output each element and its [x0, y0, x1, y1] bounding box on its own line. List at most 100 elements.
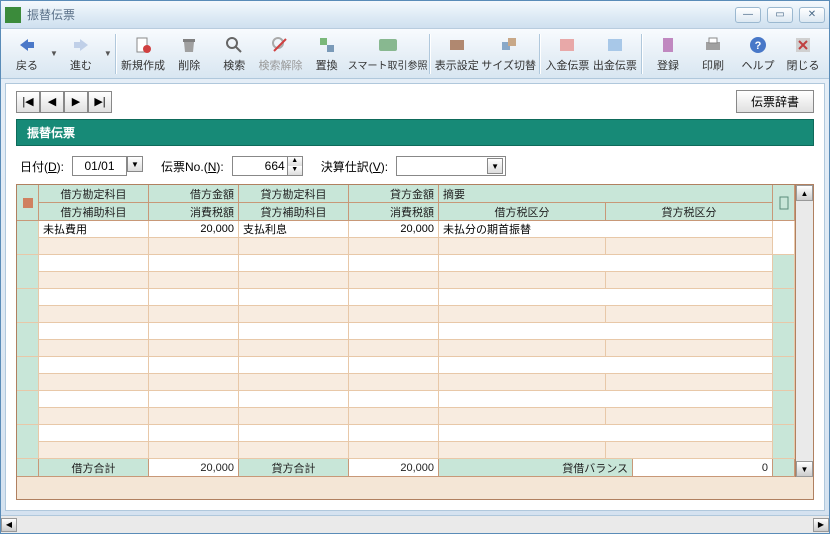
forward-button[interactable]: 進む — [59, 31, 103, 77]
search-icon — [224, 35, 244, 55]
row-handle-header — [17, 185, 39, 221]
col-debit-tax-class: 借方税区分 — [439, 203, 606, 221]
footer-debit-total: 20,000 — [149, 459, 239, 477]
horizontal-scrollbar[interactable]: ◀ ▶ — [1, 515, 829, 533]
toolbar-close-button[interactable]: 閉じる — [781, 31, 825, 77]
titlebar: 振替伝票 — ▭ ✕ — [1, 1, 829, 29]
help-button[interactable]: ? ヘルプ — [736, 31, 780, 77]
delete-button[interactable]: 削除 — [167, 31, 211, 77]
col-credit-sub: 貸方補助科目 — [239, 203, 349, 221]
cell-credit-account[interactable]: 支払利息 — [239, 221, 349, 238]
deposit-slip-button[interactable]: 入金伝票 — [544, 31, 590, 77]
scroll-down-button[interactable]: ▼ — [796, 461, 813, 477]
col-credit-account: 貸方勘定科目 — [239, 185, 349, 203]
minimize-button[interactable]: — — [735, 7, 761, 23]
cell-summary[interactable]: 未払分の期首振替 — [439, 221, 773, 238]
scroll-left-button[interactable]: ◀ — [1, 518, 17, 532]
grid-body: 未払費用 20,000 支払利息 20,000 未払分の期首振替 — [17, 221, 795, 459]
last-record-button[interactable]: ▶| — [88, 91, 112, 113]
new-icon — [133, 35, 153, 55]
window-controls: — ▭ ✕ — [735, 7, 825, 23]
slip-dictionary-button[interactable]: 伝票辞書 — [736, 90, 814, 113]
cell-credit-tax-amt[interactable] — [349, 238, 439, 255]
help-icon: ? — [748, 35, 768, 55]
smart-ref-button[interactable]: スマート取引参照 — [350, 31, 426, 77]
cell-debit-sub[interactable] — [39, 238, 149, 255]
clear-search-icon — [270, 35, 290, 55]
cell-debit-tax-class[interactable] — [439, 238, 606, 255]
slip-no-input[interactable] — [232, 156, 288, 176]
table-row-empty[interactable] — [17, 323, 795, 357]
toolbar: 戻る ▼ 進む ▼ 新規作成 削除 検索 検索解除 置換 — [1, 29, 829, 79]
svg-text:?: ? — [755, 40, 762, 52]
register-button[interactable]: 登録 — [646, 31, 690, 77]
section-title: 振替伝票 — [16, 119, 814, 146]
prev-record-button[interactable]: ◀ — [40, 91, 64, 113]
col-debit-tax-amt: 消費税額 — [149, 203, 239, 221]
app-window: 振替伝票 — ▭ ✕ 戻る ▼ 進む ▼ 新規作成 削除 検索 — [0, 0, 830, 534]
next-record-button[interactable]: ▶ — [64, 91, 88, 113]
cell-credit-amount[interactable]: 20,000 — [349, 221, 439, 238]
closing-label: 決算仕訳(V): — [321, 158, 388, 175]
cell-debit-tax-amt[interactable] — [149, 238, 239, 255]
col-credit-amount: 貸方金額 — [349, 185, 439, 203]
size-switch-icon — [499, 35, 519, 55]
cell-credit-sub[interactable] — [239, 238, 349, 255]
register-icon — [658, 35, 678, 55]
scroll-right-button[interactable]: ▶ — [813, 518, 829, 532]
vertical-scrollbar[interactable]: ▲ ▼ — [795, 185, 813, 477]
window-title: 振替伝票 — [27, 6, 735, 23]
table-row-empty[interactable] — [17, 357, 795, 391]
display-settings-button[interactable]: 表示設定 — [434, 31, 480, 77]
print-icon — [703, 35, 723, 55]
cell-debit-account[interactable]: 未払費用 — [39, 221, 149, 238]
smart-ref-icon — [378, 35, 398, 55]
replace-button[interactable]: 置換 — [305, 31, 349, 77]
grid-header-row1: 借方勘定科目 借方金額 貸方勘定科目 貸方金額 摘要 借方補助科目 消費税額 貸… — [17, 185, 795, 221]
new-button[interactable]: 新規作成 — [120, 31, 166, 77]
col-debit-amount: 借方金額 — [149, 185, 239, 203]
scroll-up-button[interactable]: ▲ — [796, 185, 813, 201]
footer-balance: 0 — [633, 459, 773, 477]
content-area: |◀ ◀ ▶ ▶| 伝票辞書 振替伝票 日付(D): ▼ 伝票No.(N): ▲… — [5, 83, 825, 511]
grid-footer: 借方合計 20,000 貸方合計 20,000 貸借バランス 0 — [17, 459, 795, 477]
size-switch-button[interactable]: サイズ切替 — [481, 31, 536, 77]
replace-icon — [317, 35, 337, 55]
slip-no-spinner[interactable]: ▲▼ — [288, 156, 303, 176]
first-record-button[interactable]: |◀ — [16, 91, 40, 113]
nav-row: |◀ ◀ ▶ ▶| 伝票辞書 — [16, 90, 814, 113]
table-row-empty[interactable] — [17, 425, 795, 459]
row-handle[interactable] — [17, 221, 39, 255]
table-row[interactable]: 未払費用 20,000 支払利息 20,000 未払分の期首振替 — [17, 221, 795, 255]
table-row-empty[interactable] — [17, 255, 795, 289]
cell-attach[interactable] — [773, 221, 795, 255]
slip-no-label: 伝票No.(N): — [161, 158, 224, 175]
cell-credit-tax-class[interactable] — [606, 238, 773, 255]
closing-select[interactable]: ▼ — [396, 156, 506, 176]
closing-dropdown-button[interactable]: ▼ — [487, 158, 503, 174]
footer-credit-total-label: 貸方合計 — [239, 459, 349, 477]
back-dropdown[interactable]: ▼ — [50, 49, 58, 58]
forward-dropdown[interactable]: ▼ — [104, 49, 112, 58]
table-row-empty[interactable] — [17, 289, 795, 323]
close-button[interactable]: ✕ — [799, 7, 825, 23]
date-input[interactable] — [72, 156, 127, 176]
app-icon — [5, 7, 21, 23]
forward-icon — [71, 35, 91, 55]
back-icon — [17, 35, 37, 55]
scroll-track[interactable] — [796, 201, 813, 461]
delete-icon — [179, 35, 199, 55]
maximize-button[interactable]: ▭ — [767, 7, 793, 23]
col-summary: 摘要 — [439, 185, 773, 203]
search-button[interactable]: 検索 — [212, 31, 256, 77]
close-icon — [793, 35, 813, 55]
clear-search-button[interactable]: 検索解除 — [257, 31, 303, 77]
date-dropdown-button[interactable]: ▼ — [127, 156, 143, 172]
display-settings-icon — [447, 35, 467, 55]
cell-debit-amount[interactable]: 20,000 — [149, 221, 239, 238]
withdraw-slip-button[interactable]: 出金伝票 — [592, 31, 638, 77]
print-button[interactable]: 印刷 — [691, 31, 735, 77]
deposit-icon — [557, 35, 577, 55]
table-row-empty[interactable] — [17, 391, 795, 425]
back-button[interactable]: 戻る — [5, 31, 49, 77]
